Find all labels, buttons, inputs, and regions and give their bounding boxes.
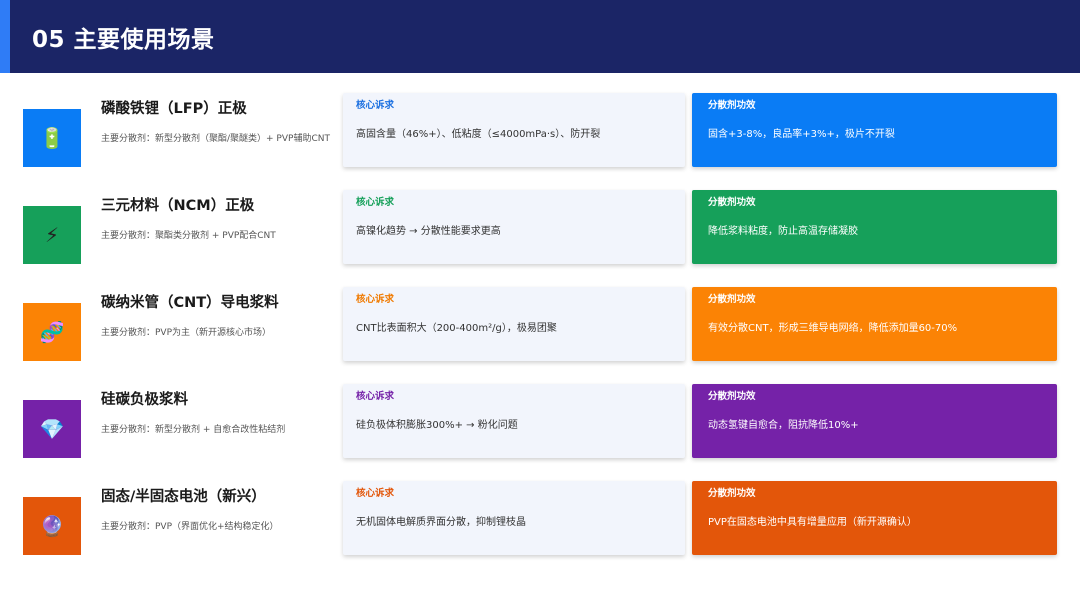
effect-text: 固含+3-8%，良品率+3%+，极片不开裂 [708,129,895,140]
need-text: 硅负极体积膨胀300%+ → 粉化问题 [356,420,518,431]
need-label: 核心诉求 [356,100,395,111]
scene-icon-box: 🧬 [23,303,81,361]
need-label: 核心诉求 [356,391,395,402]
effect-text: PVP在固态电池中具有增量应用（新开源确认） [708,517,917,528]
effect-text: 动态氢键自愈合，阻抗降低10%+ [708,420,859,431]
scene-title: 碳纳米管（CNT）导电浆料 [101,295,279,311]
need-label: 核心诉求 [356,197,395,208]
need-label: 核心诉求 [356,294,395,305]
effect-card: 分散剂功效 降低浆料粘度，防止高温存储凝胶 [692,190,1057,264]
crystal-ball-icon: 🔮 [39,514,65,538]
effect-text: 有效分散CNT，形成三维导电网络，降低添加量60-70% [708,323,958,334]
need-text: 高镍化趋势 → 分散性能要求更高 [356,226,501,237]
effect-label: 分散剂功效 [708,294,756,305]
page-title: 05 主要使用场景 [32,26,215,53]
effect-card: 分散剂功效 有效分散CNT，形成三维导电网络，降低添加量60-70% [692,287,1057,361]
effect-card: 分散剂功效 PVP在固态电池中具有增量应用（新开源确认） [692,481,1057,555]
scene-title: 磷酸铁锂（LFP）正极 [101,101,247,117]
scene-subtitle: 主要分散剂：新型分散剂 + 自愈合改性粘结剂 [101,425,286,435]
effect-label: 分散剂功效 [708,197,756,208]
need-text: CNT比表面积大（200-400m²/g），极易团聚 [356,323,557,334]
effect-card: 分散剂功效 固含+3-8%，良品率+3%+，极片不开裂 [692,93,1057,167]
battery-icon: 🔋 [39,126,65,150]
scene-row-lfp: 🔋 磷酸铁锂（LFP）正极 主要分散剂：新型分散剂（聚酯/聚醚类）+ PVP辅助… [0,93,1080,167]
need-card: 核心诉求 硅负极体积膨胀300%+ → 粉化问题 [343,384,685,458]
lightning-icon: ⚡ [44,223,60,247]
scene-title: 三元材料（NCM）正极 [101,198,255,214]
scene-icon-box: 🔮 [23,497,81,555]
scene-subtitle: 主要分散剂：PVP为主（新开源核心市场） [101,328,272,338]
scene-row-cnt: 🧬 碳纳米管（CNT）导电浆料 主要分散剂：PVP为主（新开源核心市场） 核心诉… [0,287,1080,361]
scene-row-silicon-carbon: 💎 硅碳负极浆料 主要分散剂：新型分散剂 + 自愈合改性粘结剂 核心诉求 硅负极… [0,384,1080,458]
need-text: 高固含量（46%+）、低粘度（≤4000mPa·s）、防开裂 [356,129,601,140]
scene-subtitle: 主要分散剂：PVP（界面优化+结构稳定化） [101,522,279,532]
diamond-icon: 💎 [39,417,65,441]
scene-subtitle: 主要分散剂：聚酯类分散剂 + PVP配合CNT [101,231,276,241]
effect-label: 分散剂功效 [708,391,756,402]
scene-icon-box: 🔋 [23,109,81,167]
scene-icon-box: ⚡ [23,206,81,264]
need-card: 核心诉求 高固含量（46%+）、低粘度（≤4000mPa·s）、防开裂 [343,93,685,167]
dna-icon: 🧬 [39,320,65,344]
need-card: 核心诉求 无机固体电解质界面分散，抑制锂枝晶 [343,481,685,555]
effect-card: 分散剂功效 动态氢键自愈合，阻抗降低10%+ [692,384,1057,458]
effect-text: 降低浆料粘度，防止高温存储凝胶 [708,226,858,237]
scene-subtitle: 主要分散剂：新型分散剂（聚酯/聚醚类）+ PVP辅助CNT [101,134,330,144]
need-text: 无机固体电解质界面分散，抑制锂枝晶 [356,517,526,528]
scene-title: 固态/半固态电池（新兴） [101,489,266,505]
scene-icon-box: 💎 [23,400,81,458]
scene-title: 硅碳负极浆料 [101,392,188,408]
page-header: 05 主要使用场景 [0,0,1080,73]
effect-label: 分散剂功效 [708,100,756,111]
scene-row-ncm: ⚡ 三元材料（NCM）正极 主要分散剂：聚酯类分散剂 + PVP配合CNT 核心… [0,190,1080,264]
need-card: 核心诉求 高镍化趋势 → 分散性能要求更高 [343,190,685,264]
need-card: 核心诉求 CNT比表面积大（200-400m²/g），极易团聚 [343,287,685,361]
effect-label: 分散剂功效 [708,488,756,499]
scene-row-solid-state: 🔮 固态/半固态电池（新兴） 主要分散剂：PVP（界面优化+结构稳定化） 核心诉… [0,481,1080,555]
need-label: 核心诉求 [356,488,395,499]
